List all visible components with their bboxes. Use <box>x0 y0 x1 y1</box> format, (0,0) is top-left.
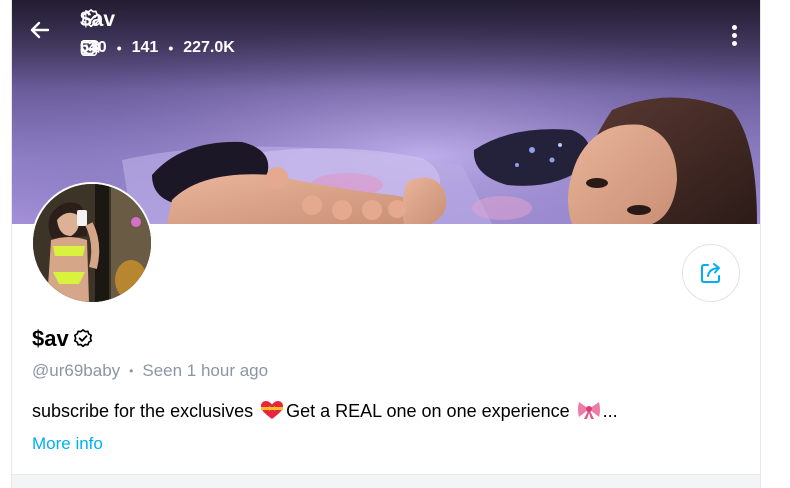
back-button[interactable] <box>28 18 62 52</box>
profile-name: $av <box>32 326 94 352</box>
more-info-link[interactable]: More info <box>32 434 103 454</box>
more-vertical-icon <box>731 24 737 30</box>
username: @ur69baby <box>32 361 121 380</box>
more-options-button[interactable] <box>720 18 748 52</box>
meta-separator: • <box>129 364 134 378</box>
profile-page: $av 540 • 141 • 227.0K $av @ur69baby • S… <box>0 0 790 488</box>
profile-bio: subscribe for the exclusives Get a REAL … <box>32 400 618 425</box>
share-icon <box>701 263 720 283</box>
bio-text-1: subscribe for the exclusives <box>32 401 254 421</box>
stat-separator: • <box>116 40 122 56</box>
bio-text-2: Get a REAL one on one experience <box>286 401 570 421</box>
heart-icon <box>80 39 100 57</box>
ribbon-emoji <box>577 400 601 425</box>
profile-meta: @ur69baby • Seen 1 hour ago <box>32 361 268 381</box>
avatar-image <box>33 184 151 302</box>
header-title: $av <box>80 8 118 32</box>
profile-name-text: $av <box>32 326 69 351</box>
likes-stat: 227.0K <box>80 39 235 57</box>
last-seen: Seen 1 hour ago <box>142 361 269 380</box>
avatar[interactable] <box>31 182 153 304</box>
arrow-left-icon <box>30 21 50 39</box>
likes-count: 227.0K <box>183 39 235 56</box>
verified-badge-icon <box>72 328 94 350</box>
profile-panel: $av 540 • 141 • 227.0K $av @ur69baby • S… <box>11 0 761 488</box>
header-stats: 540 • 141 • 227.0K <box>80 39 235 57</box>
section-divider <box>12 474 760 488</box>
share-button[interactable] <box>682 244 740 302</box>
stat-separator: • <box>168 40 174 56</box>
bio-ellipsis: ... <box>602 401 618 421</box>
videos-stat: 141 <box>80 39 159 57</box>
videos-count: 141 <box>131 39 159 56</box>
heart-with-ribbon-emoji <box>260 400 284 425</box>
